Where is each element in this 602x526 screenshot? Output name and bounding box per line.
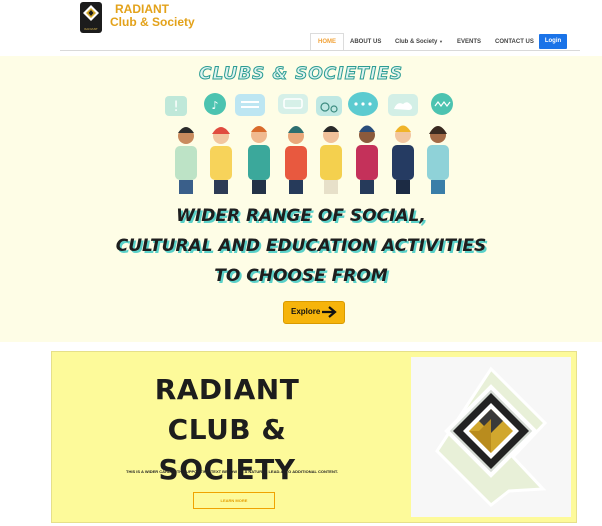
brand-name[interactable]: RADIANT Club & Society [110,3,195,29]
learn-more-button[interactable]: LEARN MORE [193,492,275,509]
svg-text:♪: ♪ [211,99,218,112]
hero-title: CLUBS & SOCIETIES [199,64,403,85]
people-illustration: ! ♪ [165,92,453,194]
nav-events[interactable]: EVENTS [457,34,481,50]
speech-bubbles-icon: ! ♪ [165,92,453,116]
radiant-emblem-large-icon [435,366,548,507]
hero-headline: WIDER RANGE OF SOCIAL, CULTURAL AND EDUC… [0,201,602,291]
headline-line-3: TO CHOOSE FROM [214,266,388,286]
explore-button[interactable]: Explore [283,301,345,324]
people-icon [175,125,449,194]
card-text: THIS IS A WIDER CARD WITH SUPPORTING TEX… [126,469,338,474]
radiant-emblem-icon [83,5,99,21]
headline-line-2: CULTURAL AND EDUCATION ACTIVITIES [115,236,487,256]
nav-about-us[interactable]: ABOUT US [350,34,381,50]
card-image [411,357,571,517]
hero-banner: CLUBS & SOCIETIES ! ♪ WIDER RANGE OF SOC… [0,56,602,342]
card-title-line-1: RADIANT CLUB & [154,373,300,446]
radiant-logo[interactable]: RADIANT [80,2,102,33]
headline-line-1: WIDER RANGE OF SOCIAL, [176,206,426,226]
svg-text:!: ! [173,99,179,115]
nav-home[interactable]: HOME [310,33,344,50]
feature-card: RADIANT CLUB & SOCIETY THIS IS A WIDER C… [51,351,577,523]
nav-contact-us[interactable]: CONTACT US [495,34,534,50]
header-divider [60,50,580,51]
explore-button-label: Explore [291,307,321,316]
site-header: RADIANT RADIANT Club & Society HOME ABOU… [0,0,602,54]
arrow-right-icon [322,306,337,318]
nav-club-society[interactable]: Club & Society ▼ [395,34,443,50]
brand-line-2: Club & Society [110,15,195,29]
login-button[interactable]: Login [539,34,567,49]
nav-club-society-label: Club & Society [395,39,438,45]
chevron-down-icon: ▼ [439,39,443,44]
logo-caption: RADIANT [84,27,98,31]
